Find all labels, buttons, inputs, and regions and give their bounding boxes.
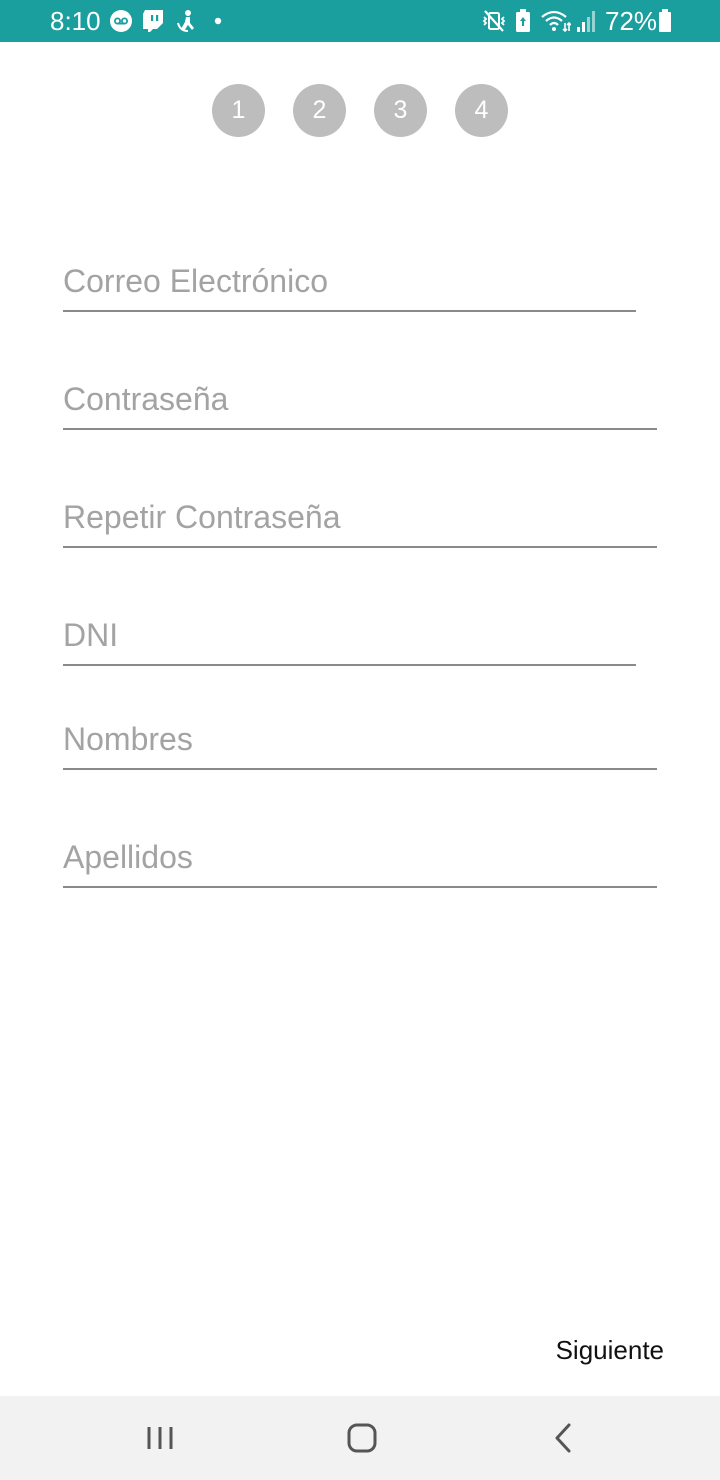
- password-input[interactable]: [63, 370, 657, 428]
- wifi-icon: [541, 10, 571, 33]
- accessibility-icon: [177, 10, 194, 32]
- email-input[interactable]: [63, 252, 636, 310]
- next-button[interactable]: Siguiente: [556, 1332, 664, 1368]
- password-underline: [63, 428, 657, 430]
- password-field: [63, 370, 657, 430]
- first-names-input[interactable]: [63, 710, 657, 768]
- step-1: 1: [212, 84, 265, 137]
- last-names-input[interactable]: [63, 828, 657, 886]
- dni-underline: [63, 664, 636, 666]
- battery-percent: 72%: [605, 6, 658, 36]
- mute-vibrate-icon: [482, 10, 506, 32]
- repeat-password-underline: [63, 546, 657, 548]
- email-underline: [63, 310, 636, 312]
- repeat-password-field: [63, 488, 657, 548]
- signup-screen: 8:10 72% 1 2 3 4 Correo Electrónico DNI …: [0, 0, 720, 1480]
- step-3: 3: [374, 84, 427, 137]
- step-2: 2: [293, 84, 346, 137]
- first-names-underline: [63, 768, 657, 770]
- dni-field: [63, 606, 636, 666]
- recent-apps-icon[interactable]: [130, 1414, 190, 1462]
- navigation-bar: [0, 1396, 720, 1480]
- last-names-underline: [63, 886, 657, 888]
- step-4: 4: [455, 84, 508, 137]
- signal-icon: [577, 11, 595, 32]
- email-field: [63, 252, 636, 312]
- last-names-field: [63, 828, 657, 888]
- repeat-password-input[interactable]: [63, 488, 657, 546]
- status-time: 8:10: [50, 6, 101, 36]
- voicemail-icon: [110, 10, 132, 32]
- dot-icon: [214, 17, 222, 25]
- battery-icon: [659, 9, 671, 32]
- home-icon[interactable]: [331, 1414, 391, 1462]
- first-names-field: [63, 710, 657, 770]
- back-icon[interactable]: [533, 1414, 593, 1462]
- battery-saver-icon: [516, 9, 530, 32]
- twitch-icon: [143, 10, 163, 32]
- dni-input[interactable]: [63, 606, 636, 664]
- status-bar: 8:10 72%: [0, 0, 720, 42]
